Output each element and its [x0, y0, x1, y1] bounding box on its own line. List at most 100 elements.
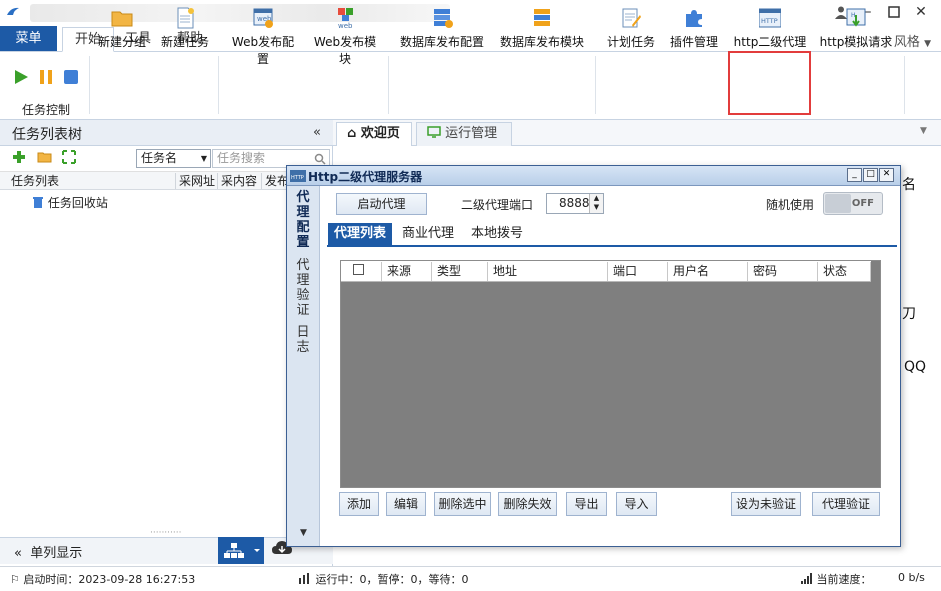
- plugin-manager-button[interactable]: 插件管理: [666, 4, 722, 62]
- single-column-label: 单列显示: [30, 546, 83, 561]
- scroll-down-icon[interactable]: ▼: [300, 528, 307, 538]
- home-icon: ⌂: [347, 126, 357, 141]
- delete-selected-button[interactable]: 删除选中: [434, 492, 491, 516]
- welcome-text-fragment: 刀: [902, 306, 916, 322]
- folder-open-icon[interactable]: [37, 150, 52, 167]
- signal-icon: [801, 573, 812, 584]
- tab-welcome[interactable]: ⌂ 欢迎页: [336, 122, 412, 146]
- run-status-text: 运行中：0，暂停：0，等待：0: [315, 573, 469, 586]
- search-kind-value: 任务名: [141, 151, 178, 165]
- delete-invalid-button[interactable]: 删除失效: [498, 492, 557, 516]
- side-tab-proxy-config[interactable]: 代理配置: [296, 190, 310, 250]
- trash-icon: [33, 197, 43, 208]
- scheduled-task-button[interactable]: 计划任务: [602, 4, 660, 62]
- play-icon[interactable]: [12, 68, 30, 89]
- column-status[interactable]: 状态: [818, 262, 871, 281]
- db-publish-module-button[interactable]: 数据库发布模块: [496, 4, 588, 62]
- export-button[interactable]: 导出: [566, 492, 607, 516]
- tree-item-recycle-bin[interactable]: 任务回收站: [32, 194, 108, 211]
- edit-button[interactable]: 编辑: [386, 492, 426, 516]
- database-module-icon: [534, 9, 550, 26]
- tab-business-proxy[interactable]: 商业代理: [398, 223, 458, 246]
- proxy-grid: [340, 260, 881, 488]
- pause-icon[interactable]: [37, 68, 55, 89]
- column-task-list[interactable]: 任务列表: [8, 173, 176, 189]
- toggle-knob[interactable]: [825, 194, 851, 213]
- column-collect-url[interactable]: 采网址: [176, 173, 218, 189]
- expand-all-icon[interactable]: [62, 150, 76, 167]
- column-port[interactable]: 端口: [608, 262, 668, 281]
- http-request-icon: H: [846, 8, 866, 27]
- ribbon-separator: [388, 56, 389, 114]
- http-proxy-highlight: [728, 51, 811, 115]
- web-publish-config-button[interactable]: web Web发布配置: [226, 4, 300, 66]
- db-publish-config-button[interactable]: 数据库发布配置: [396, 4, 488, 62]
- new-group-button[interactable]: 新建分组: [95, 4, 149, 62]
- bar-chart-icon: [299, 573, 309, 584]
- column-address[interactable]: 地址: [488, 262, 608, 281]
- side-tab-log[interactable]: 日志: [296, 325, 310, 355]
- column-username[interactable]: 用户名: [668, 262, 748, 281]
- task-tree-title: 任务列表树: [12, 127, 82, 143]
- http-small-icon: HTTP: [290, 170, 306, 185]
- new-task-button[interactable]: 新建任务: [158, 4, 212, 62]
- ribbon-separator: [904, 56, 905, 114]
- search-kind-select[interactable]: 任务名 ▼: [136, 149, 211, 168]
- column-type[interactable]: 类型: [432, 262, 488, 281]
- select-all-checkbox[interactable]: [353, 264, 364, 275]
- random-use-label: 随机使用: [766, 198, 815, 212]
- http-simulate-button[interactable]: H http模拟请求: [815, 4, 897, 62]
- app-logo-icon: [7, 7, 19, 15]
- schedule-icon: [622, 8, 641, 28]
- collapse-panel-icon[interactable]: «: [313, 125, 321, 140]
- tree-item-label: 任务回收站: [47, 196, 108, 210]
- port-input[interactable]: 8888 ▲ ▼: [546, 193, 604, 214]
- add-button[interactable]: 添加: [339, 492, 379, 516]
- db-publish-config-label: 数据库发布配置: [399, 35, 484, 49]
- svg-text:HTTP: HTTP: [761, 17, 778, 25]
- dialog-close-icon[interactable]: ✕: [879, 168, 894, 182]
- menu-button[interactable]: 菜单: [0, 26, 57, 51]
- scheduled-task-label: 计划任务: [606, 35, 655, 49]
- tab-dropdown-icon[interactable]: ▼: [920, 126, 927, 136]
- spinner-icon[interactable]: ▲ ▼: [589, 194, 603, 213]
- single-column-toggle[interactable]: « 单列显示: [14, 542, 82, 561]
- side-tab-proxy-verify[interactable]: 代理验证: [296, 258, 310, 318]
- chevron-down-icon: ▼: [200, 154, 207, 163]
- speed-value: 0 b/s: [898, 571, 925, 584]
- puzzle-icon: [686, 10, 702, 27]
- verify-proxy-button[interactable]: 代理验证: [812, 492, 880, 516]
- column-collect-content[interactable]: 采内容: [218, 173, 262, 189]
- set-unverified-button[interactable]: 设为未验证: [731, 492, 801, 516]
- port-value: 8888: [559, 196, 590, 210]
- close-icon[interactable]: ✕: [910, 2, 932, 22]
- plugin-manager-label: 插件管理: [669, 35, 718, 49]
- tree-view-button[interactable]: [218, 537, 264, 564]
- import-button[interactable]: 导入: [616, 492, 657, 516]
- web-config-icon: web: [253, 8, 273, 28]
- start-proxy-button[interactable]: 启动代理: [336, 193, 427, 215]
- new-task-label: 新建任务: [160, 35, 209, 49]
- tab-run-manager[interactable]: 运行管理: [416, 122, 512, 146]
- tab-local-dialup[interactable]: 本地拨号: [466, 223, 528, 246]
- add-icon[interactable]: [12, 150, 26, 167]
- column-password[interactable]: 密码: [748, 262, 818, 281]
- chevron-down-icon: ▼: [924, 39, 931, 49]
- style-menu[interactable]: 风格 ▼: [894, 31, 931, 50]
- ribbon-separator: [89, 56, 90, 114]
- database-config-icon: [434, 9, 453, 28]
- speed-status: 当前速度：: [800, 571, 872, 587]
- dialog-minimize-icon[interactable]: _: [847, 168, 862, 182]
- web-publish-module-button[interactable]: web Web发布模块: [308, 4, 382, 66]
- column-source[interactable]: 来源: [382, 262, 432, 281]
- db-publish-module-label: 数据库发布模块: [499, 35, 584, 49]
- speed-label: 当前速度：: [816, 573, 872, 586]
- new-group-label: 新建分组: [97, 35, 146, 49]
- welcome-text-fragment: QQ: [904, 359, 927, 375]
- web-publish-config-label: Web发布配置: [231, 35, 295, 66]
- stop-icon[interactable]: [62, 68, 80, 89]
- tab-welcome-label: 欢迎页: [360, 126, 400, 141]
- double-chevron-left-icon: «: [14, 546, 22, 561]
- dialog-maximize-icon[interactable]: □: [863, 168, 878, 182]
- tab-proxy-list[interactable]: 代理列表: [328, 223, 392, 246]
